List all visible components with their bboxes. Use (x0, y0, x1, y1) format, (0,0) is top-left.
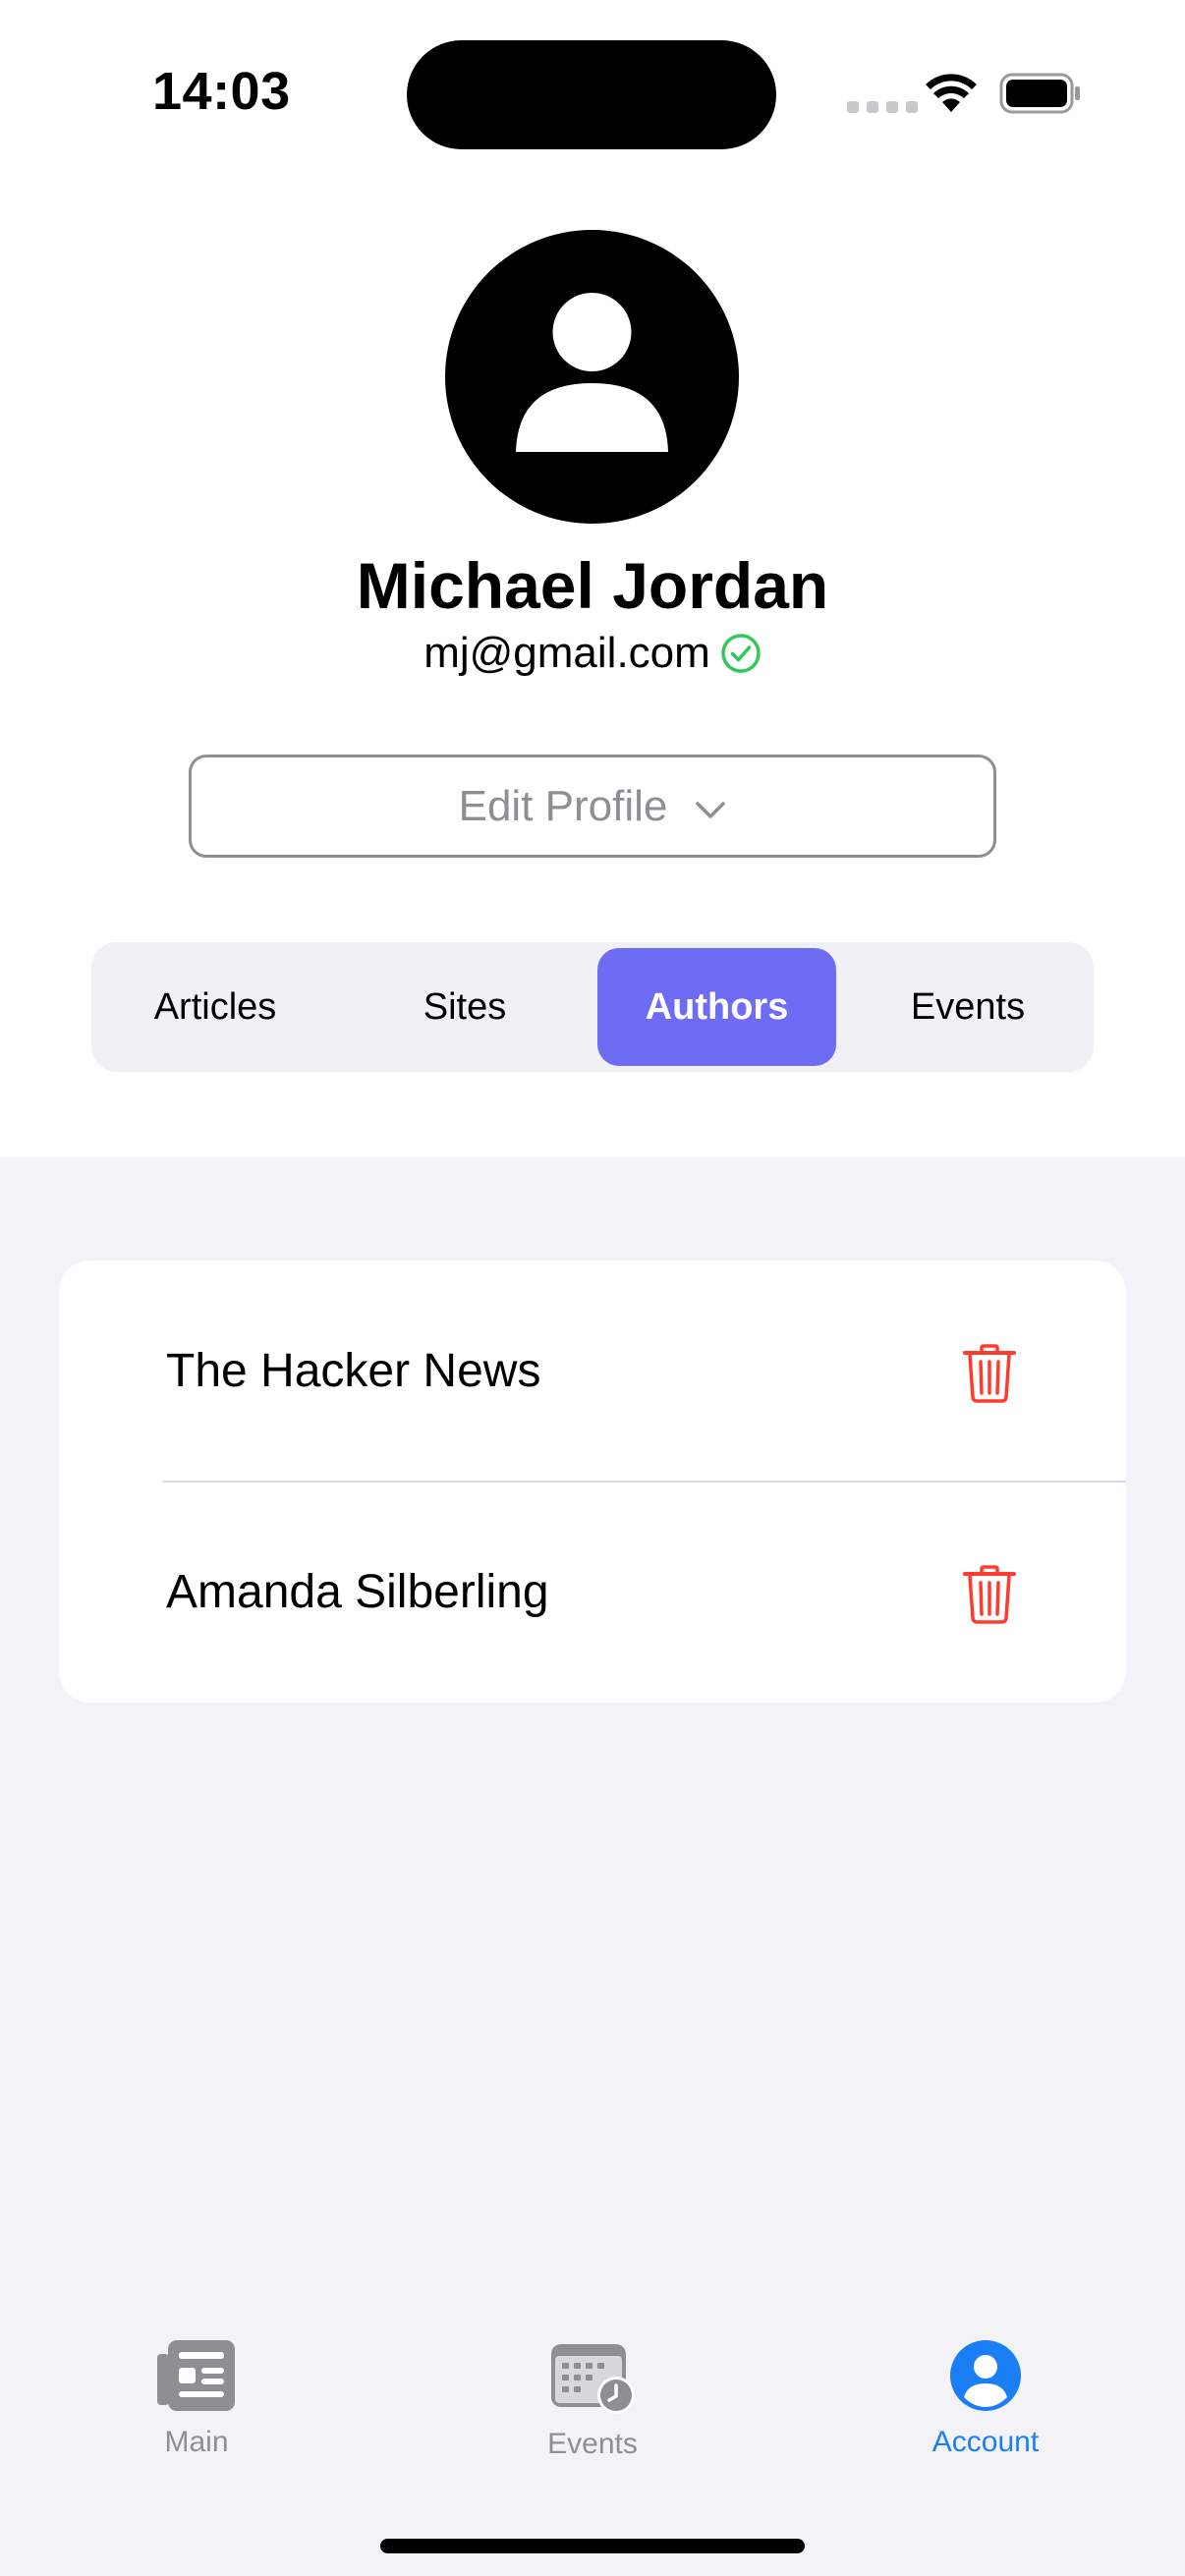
list-item[interactable]: The Hacker News (59, 1260, 1126, 1482)
dynamic-island (407, 40, 776, 149)
segment-authors[interactable]: Authors (597, 948, 836, 1066)
tab-events[interactable]: Events (494, 2338, 691, 2486)
author-name: The Hacker News (166, 1345, 541, 1397)
author-name: Amanda Silberling (166, 1566, 549, 1618)
person-icon (516, 293, 668, 452)
tab-main[interactable]: Main (98, 2338, 295, 2486)
tab-account-label: Account (931, 2426, 1040, 2458)
newspaper-icon (157, 2338, 236, 2418)
wifi-icon (925, 73, 978, 119)
verified-checkmark-icon (720, 633, 762, 674)
battery-icon (999, 73, 1082, 119)
person-circle-icon (948, 2338, 1023, 2418)
content-segmented-control: Articles Sites Authors Events (91, 942, 1094, 1072)
tab-main-label: Main (164, 2426, 229, 2458)
tab-events-label: Events (547, 2428, 638, 2460)
home-indicator[interactable] (380, 2539, 805, 2553)
segment-sites[interactable]: Sites (347, 948, 583, 1066)
authors-list: The Hacker News Amanda Silberling (59, 1260, 1126, 1703)
trash-icon[interactable] (961, 1343, 1018, 1404)
trash-icon[interactable] (961, 1564, 1018, 1625)
profile-name: Michael Jordan (356, 549, 829, 622)
email-row: mj@gmail.com (0, 629, 1185, 678)
list-item[interactable]: Amanda Silberling (59, 1482, 1126, 1703)
segment-articles[interactable]: Articles (97, 948, 333, 1066)
tab-account[interactable]: Account (887, 2338, 1084, 2486)
avatar[interactable] (445, 230, 739, 524)
calendar-clock-icon (549, 2338, 636, 2420)
edit-profile-button[interactable]: Edit Profile (189, 755, 996, 858)
segment-events[interactable]: Events (850, 948, 1086, 1066)
cellular-signal-icon (847, 101, 918, 113)
status-time: 14:03 (152, 62, 291, 121)
chevron-down-icon (695, 782, 726, 831)
edit-profile-label: Edit Profile (458, 781, 668, 830)
profile-email: mj@gmail.com (423, 629, 710, 677)
